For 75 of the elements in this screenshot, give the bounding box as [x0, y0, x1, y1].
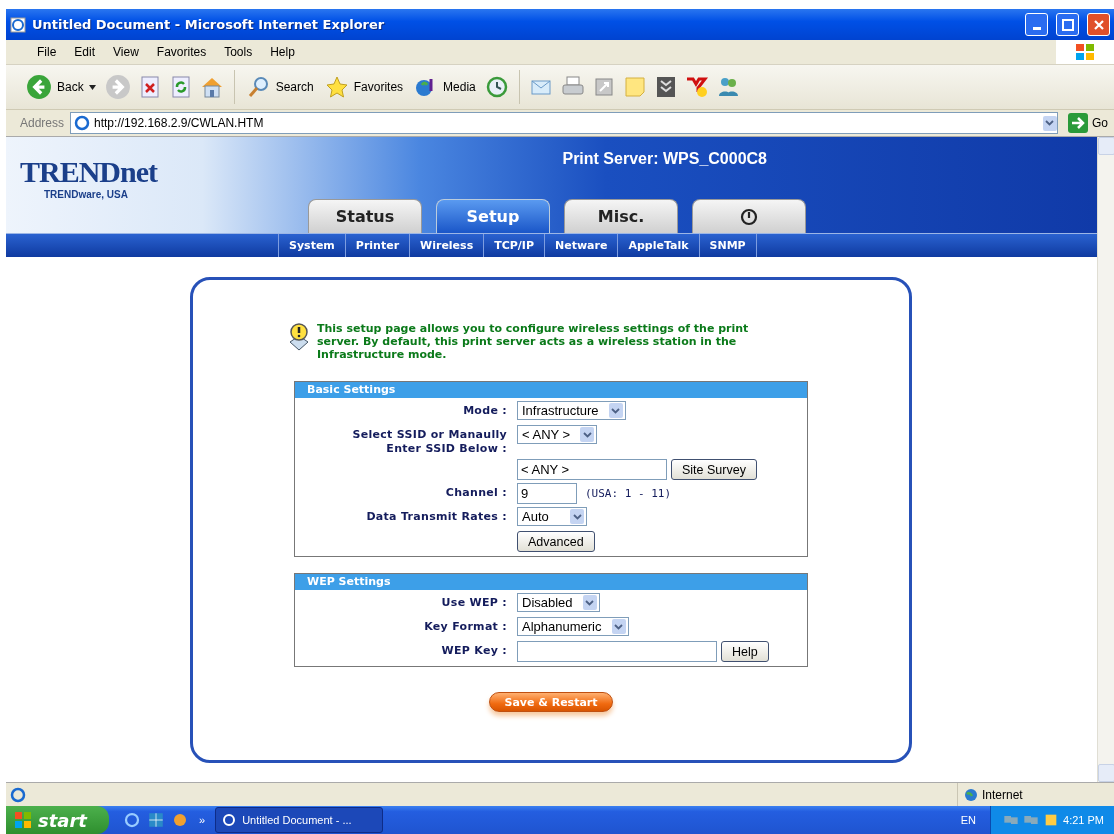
- browser-icon: [222, 813, 237, 827]
- menu-item[interactable]: Favorites: [147, 45, 216, 59]
- close-button[interactable]: [1087, 13, 1110, 36]
- star-icon: [324, 75, 349, 99]
- dropdown[interactable]: Alphanumeric: [517, 617, 629, 636]
- menu-item[interactable]: File: [28, 45, 66, 59]
- more-button[interactable]: »: [189, 814, 216, 826]
- text-field[interactable]: [517, 641, 717, 662]
- nav-link[interactable]: Printer: [344, 234, 410, 257]
- history-icon[interactable]: [484, 75, 509, 99]
- back-button[interactable]: Back: [24, 72, 98, 102]
- media-button[interactable]: Media: [412, 73, 478, 101]
- minimize-button[interactable]: [1025, 13, 1048, 36]
- text-field[interactable]: < ANY >: [517, 459, 667, 480]
- menu-item[interactable]: Help: [261, 45, 304, 59]
- smiley-icon[interactable]: [684, 75, 709, 99]
- dropdown[interactable]: Disabled: [517, 593, 600, 612]
- nav-link[interactable]: Wireless: [409, 234, 484, 257]
- address-field[interactable]: http://192.168.2.9/CWLAN.HTM: [70, 112, 1058, 134]
- go-button[interactable]: Go: [1064, 113, 1114, 133]
- menu-item[interactable]: Tools: [215, 45, 262, 59]
- field-label: Key Format :: [424, 620, 507, 633]
- nav-link[interactable]: System: [278, 234, 345, 257]
- caret-icon: [88, 84, 96, 90]
- nav-link[interactable]: Netware: [544, 234, 618, 257]
- menu-item[interactable]: View: [104, 45, 148, 59]
- minimize-icon: [1032, 27, 1041, 30]
- field-label: Channel :: [445, 486, 507, 499]
- arrow-icon: [1068, 113, 1088, 133]
- maximize-icon: [1061, 18, 1074, 31]
- field-label: Use WEP :: [441, 596, 507, 609]
- favorites-button[interactable]: Favorites: [322, 73, 406, 101]
- dropdown[interactable]: Auto: [517, 507, 587, 526]
- search-icon: [246, 75, 271, 99]
- hint-text: (USA: 1 - 11): [584, 487, 672, 500]
- page-title: Print Server: WPS_C000C8: [562, 150, 767, 168]
- grid-icon[interactable]: [147, 811, 165, 829]
- media-player-icon[interactable]: [171, 811, 189, 829]
- clock: 4:21 PM: [1063, 814, 1104, 826]
- tab[interactable]: Misc.: [564, 199, 678, 233]
- logo-subtitle: TRENDware, USA: [43, 189, 129, 200]
- page-icon: [10, 786, 26, 803]
- logo: TRENDnet: [20, 155, 159, 189]
- field-label: Select SSID or Manaully Enter SSID Below :: [352, 428, 507, 455]
- nav-link[interactable]: TCP/IP: [483, 234, 544, 257]
- page-icon: [74, 115, 91, 131]
- field-label: Data Transmit Rates :: [366, 510, 507, 523]
- power-tab[interactable]: [692, 199, 806, 233]
- browser-icon[interactable]: [123, 811, 141, 829]
- tab[interactable]: Setup: [436, 199, 550, 233]
- window-title: Untitled Document - Microsoft Internet Explorer: [32, 17, 386, 32]
- maximize-button[interactable]: [1056, 13, 1079, 36]
- intro-text: This setup page allows you to configure wireless settings of the print server. By default, this print server acts as a wireless station in the Infrastructure mode.: [317, 322, 750, 361]
- browser-icon: [10, 16, 26, 33]
- search-button[interactable]: Search: [244, 73, 316, 101]
- dropdown[interactable]: Infrastructure: [517, 401, 626, 420]
- menu-item[interactable]: Edit: [65, 45, 105, 59]
- form-button[interactable]: Help: [721, 641, 769, 662]
- dropdown[interactable]: < ANY >: [517, 425, 598, 444]
- power-icon: [740, 207, 758, 226]
- nav-link[interactable]: SNMP: [698, 234, 757, 257]
- globe-icon: [964, 787, 978, 802]
- panel-header: WEP Settings: [295, 574, 807, 590]
- tab[interactable]: Status: [308, 199, 422, 233]
- text-field[interactable]: 9: [517, 483, 577, 504]
- panel-header: Basic Settings: [295, 382, 807, 398]
- form-button[interactable]: Advanced: [517, 531, 595, 552]
- field-label: WEP Key :: [441, 644, 507, 657]
- form-button[interactable]: Site Survey: [671, 459, 757, 480]
- nav-link[interactable]: AppleTalk: [617, 234, 699, 257]
- taskbar-window-button[interactable]: Untitled Document - ...: [215, 807, 384, 833]
- language-indicator[interactable]: EN: [960, 814, 991, 826]
- field-label: Mode :: [463, 404, 507, 417]
- close-icon: [1092, 18, 1105, 31]
- address-label: Address: [20, 116, 65, 130]
